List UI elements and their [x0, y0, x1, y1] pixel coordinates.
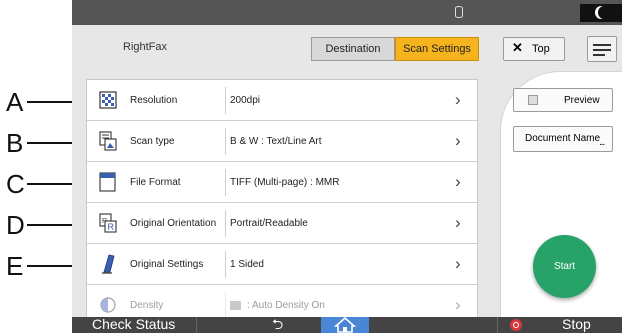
close-icon: ✕ [512, 40, 523, 55]
density-icon [99, 295, 117, 315]
preview-button[interactable]: Preview [513, 88, 613, 112]
callout-letter: C [6, 169, 25, 199]
setting-value: 1 Sided [230, 259, 264, 270]
callout-c: C [0, 169, 82, 199]
orientation-icon: R R [99, 213, 117, 233]
menu-button[interactable] [587, 36, 617, 62]
chevron-right-icon: › [455, 213, 461, 232]
top-button-label: Top [532, 43, 550, 55]
stop-icon [510, 319, 522, 331]
document-name-button[interactable]: Document Name ... [513, 126, 613, 152]
preview-label: Preview [564, 95, 600, 106]
callout-letter: E [6, 251, 24, 281]
home-button[interactable] [321, 316, 369, 333]
divider [225, 128, 226, 155]
setting-row-resolution[interactable]: Resolution 200dpi › [87, 80, 477, 121]
callout-line [27, 101, 75, 103]
scan-settings-list: Resolution 200dpi › Scan type B & W : Te… [86, 79, 478, 333]
setting-name: Original Orientation [130, 218, 217, 229]
device-screen: RightFax Destination Scan Settings ✕ Top [72, 0, 622, 333]
document-name-label: Document Name [525, 133, 601, 144]
svg-text:R: R [108, 222, 115, 232]
start-button[interactable]: Start [533, 235, 596, 298]
setting-name: Scan type [130, 136, 175, 147]
top-button[interactable]: ✕ Top [503, 37, 565, 61]
callout-line [27, 183, 75, 185]
chevron-right-icon: › [455, 254, 461, 273]
setting-row-original-orientation[interactable]: R R Original Orientation Portrait/Readab… [87, 203, 477, 244]
side-panel: Preview Document Name ... Start [500, 71, 622, 318]
chevron-right-icon: › [455, 131, 461, 150]
preview-checkbox [528, 95, 538, 105]
callout-line [27, 142, 75, 144]
more-dots-icon: ... [599, 137, 605, 148]
tab-scan-settings[interactable]: Scan Settings [395, 37, 479, 61]
callout-d: D [0, 210, 82, 240]
callout-line [27, 224, 75, 226]
setting-row-original-settings[interactable]: Original Settings 1 Sided › [87, 244, 477, 285]
system-status-bar [72, 0, 622, 25]
setting-value: 200dpi [230, 95, 261, 106]
original-settings-icon [99, 254, 117, 274]
divider [225, 251, 226, 278]
callout-letter: A [6, 87, 24, 117]
callout-letter: B [6, 128, 24, 158]
setting-name: Resolution [130, 95, 178, 106]
back-icon[interactable]: ⮌ [272, 314, 283, 333]
chevron-right-icon: › [455, 90, 461, 109]
storage-icon [455, 6, 463, 18]
divider [225, 292, 226, 319]
callout-b: B [0, 128, 82, 158]
density-value-text: : Auto Density On [247, 300, 325, 311]
check-status-button[interactable]: Check Status [92, 316, 175, 332]
setting-value: B & W : Text/Line Art [230, 136, 322, 147]
callout-line [27, 265, 75, 267]
chevron-right-icon: › [455, 172, 461, 191]
divider [225, 169, 226, 196]
energy-saver-button[interactable] [580, 4, 622, 22]
divider [225, 210, 226, 237]
moon-icon [598, 6, 610, 19]
resolution-icon [99, 90, 117, 110]
setting-value: TIFF (Multi-page) : MMR [230, 177, 340, 188]
stop-button[interactable]: Stop [562, 316, 591, 332]
divider [497, 317, 498, 333]
tab-destination[interactable]: Destination [311, 37, 395, 61]
setting-value: : Auto Density On [230, 300, 325, 311]
file-format-icon [99, 172, 117, 192]
chevron-right-icon: › [455, 295, 461, 314]
setting-name: Original Settings [130, 259, 204, 270]
callout-letter: D [6, 210, 25, 240]
callout-e: E [0, 251, 82, 281]
bottom-bar: Check Status ⮌ Stop [72, 314, 622, 333]
app-title: RightFax [123, 41, 168, 53]
setting-value: Portrait/Readable [230, 218, 308, 229]
setting-name: File Format [130, 177, 181, 188]
divider [196, 317, 197, 333]
callout-a: A [0, 87, 82, 117]
setting-row-scan-type[interactable]: Scan type B & W : Text/Line Art › [87, 121, 477, 162]
density-swatch [230, 300, 241, 310]
setting-name: Density [130, 300, 164, 311]
divider [225, 87, 226, 114]
setting-row-file-format[interactable]: File Format TIFF (Multi-page) : MMR › [87, 162, 477, 203]
app-header: RightFax Destination Scan Settings ✕ Top [72, 25, 622, 71]
home-icon [333, 316, 357, 333]
scan-type-icon [99, 131, 117, 151]
